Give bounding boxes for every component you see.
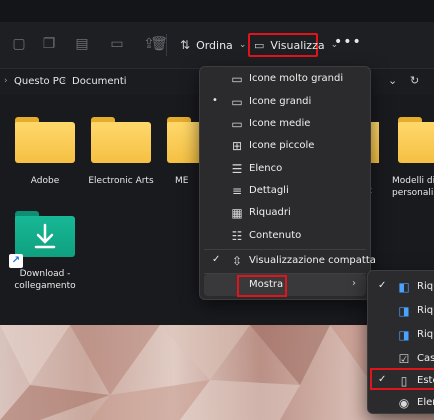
- folder-label[interactable]: Modelli di personali: [392, 175, 434, 199]
- more-options-button[interactable]: •••: [334, 34, 362, 50]
- copy-icon[interactable]: ❐: [40, 35, 58, 53]
- menu-item-medium-icons[interactable]: ▭ Icone medie: [204, 113, 366, 135]
- menu-item-content[interactable]: ☷ Contenuto: [204, 225, 366, 247]
- chevron-right-icon: ›: [352, 278, 356, 289]
- pane-icon: ◨: [398, 328, 410, 342]
- highlight-box: [237, 275, 287, 297]
- highlight-box: [370, 368, 434, 390]
- submenu-item-label: Riqu: [417, 281, 434, 292]
- menu-item-label: Icone molto grandi: [249, 73, 344, 84]
- folder-icon[interactable]: [91, 117, 151, 163]
- tiles-icon: ▦: [231, 206, 243, 220]
- breadcrumb-chevron-icon: ›: [62, 76, 66, 86]
- check-icon: ✓: [212, 254, 221, 265]
- submenu-item-pane[interactable]: ◨ Riqu: [371, 300, 434, 322]
- menu-item-large-icons[interactable]: • ▭ Icone grandi: [204, 91, 366, 113]
- menu-item-details[interactable]: ≡ Dettagli: [204, 180, 366, 202]
- menu-mark: •: [212, 95, 218, 106]
- pane-icon: ◨: [398, 304, 410, 318]
- submenu-item-checkboxes[interactable]: ☑ Case: [371, 348, 434, 370]
- folder-label[interactable]: Electronic Arts: [81, 175, 161, 187]
- chevron-down-icon[interactable]: ⌄: [388, 74, 397, 87]
- list-icon: ☰: [231, 162, 243, 176]
- view-label: Visualizza: [270, 38, 325, 52]
- folder-label[interactable]: Adobe: [5, 175, 85, 187]
- submenu-item-label: Elem: [417, 397, 434, 408]
- shortcut-arrow-icon: ↗: [9, 254, 23, 268]
- compact-icon: ⇳: [231, 254, 243, 268]
- menu-item-label: Visualizzazione compatta: [249, 255, 376, 266]
- folder-icon[interactable]: [398, 117, 434, 163]
- menu-item-label: Icone grandi: [249, 96, 312, 107]
- command-bar: ▢ ❐ ▤ ▭ ⇪ 🗑 ⇅ Ordina ⌄: [0, 22, 434, 69]
- monitor-icon: ▭: [254, 38, 265, 52]
- monitor-icon: ▭: [231, 95, 243, 109]
- view-menu: ▭ Icone molto grandi • ▭ Icone grandi ▭ …: [199, 66, 376, 300]
- submenu-item-pane[interactable]: ✓ ◧ Riqu: [371, 276, 434, 298]
- menu-item-extra-large-icons[interactable]: ▭ Icone molto grandi: [204, 68, 366, 90]
- show-submenu: ✓ ◧ Riqu ◨ Riqu ◨ Riqu ☑ Case ✓ ▯ Este ◉…: [367, 270, 434, 414]
- view-button[interactable]: ▭ Visualizza ⌄: [248, 33, 338, 57]
- menu-item-label: Contenuto: [249, 230, 302, 241]
- menu-item-tiles[interactable]: ▦ Riquadri: [204, 202, 366, 224]
- submenu-item-label: Riqu: [417, 305, 434, 316]
- breadcrumb-this-pc[interactable]: Questo PC: [14, 76, 66, 87]
- menu-item-label: Dettagli: [249, 185, 289, 196]
- menu-item-list[interactable]: ☰ Elenco: [204, 158, 366, 180]
- menu-item-label: Elenco: [249, 163, 283, 174]
- menu-item-label: Icone medie: [249, 118, 311, 129]
- grid-icon: ⊞: [231, 139, 243, 153]
- submenu-item-hidden-items[interactable]: ◉ Elem: [371, 392, 434, 414]
- menu-item-compact-view[interactable]: ✓ ⇳ Visualizzazione compatta: [204, 250, 376, 272]
- pane-icon: ◧: [398, 280, 410, 294]
- chevron-down-icon: ⌄: [238, 40, 247, 50]
- breadcrumb-documents[interactable]: Documenti: [72, 76, 127, 87]
- menu-item-label: Icone piccole: [249, 140, 315, 151]
- monitor-icon: ▭: [231, 117, 243, 131]
- title-strip: [0, 0, 434, 22]
- submenu-item-pane[interactable]: ◨ Riqu: [371, 324, 434, 346]
- refresh-icon[interactable]: ↻: [410, 74, 419, 87]
- sort-icon: ⇅: [180, 38, 191, 52]
- download-folder-icon[interactable]: [15, 211, 75, 257]
- details-icon: ≡: [231, 184, 243, 198]
- sort-label: Ordina: [196, 38, 233, 52]
- paste-icon[interactable]: ▤: [73, 35, 91, 53]
- breadcrumb-chevron-icon: ›: [4, 76, 8, 86]
- download-arrow-icon: [34, 223, 56, 249]
- sort-button[interactable]: ⇅ Ordina ⌄: [180, 34, 246, 56]
- content-icon: ☷: [231, 229, 243, 243]
- folder-icon[interactable]: [15, 117, 75, 163]
- submenu-item-label: Case: [417, 353, 434, 364]
- submenu-item-label: Riqu: [417, 329, 434, 340]
- folder-label[interactable]: Download - collegamento: [5, 268, 85, 292]
- rename-icon[interactable]: ▭: [108, 35, 126, 53]
- check-icon: ✓: [378, 280, 387, 291]
- new-icon[interactable]: ▢: [10, 35, 28, 53]
- menu-item-label: Riquadri: [249, 207, 291, 218]
- eye-icon: ◉: [398, 396, 410, 410]
- checkbox-icon: ☑: [398, 352, 410, 366]
- monitor-icon: ▭: [231, 72, 243, 86]
- menu-item-small-icons[interactable]: ⊞ Icone piccole: [204, 135, 366, 157]
- toolbar-divider: [166, 34, 167, 56]
